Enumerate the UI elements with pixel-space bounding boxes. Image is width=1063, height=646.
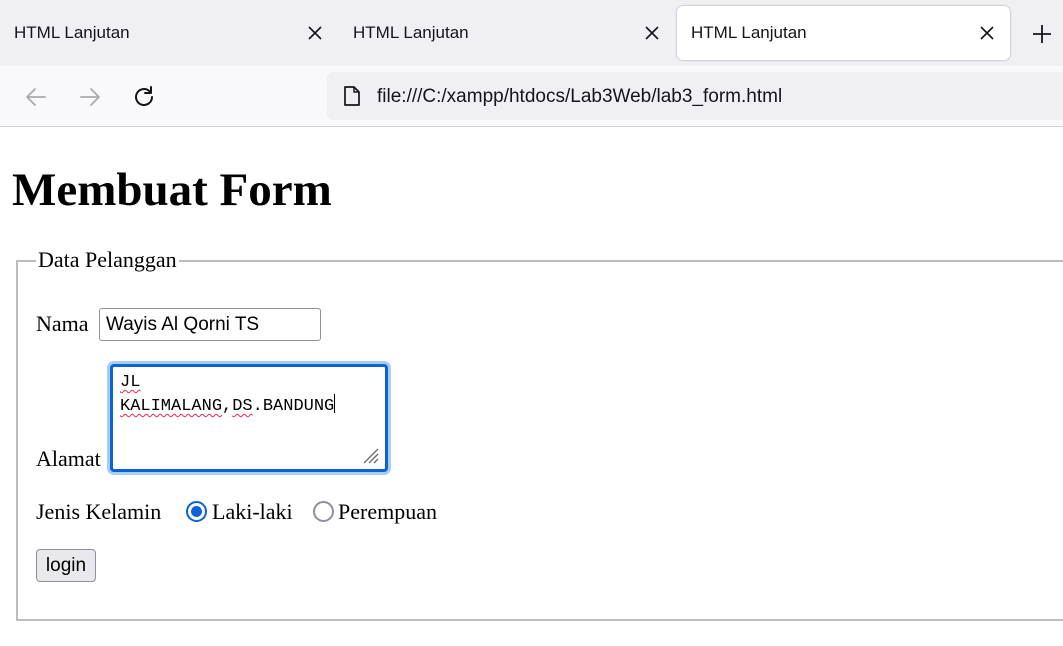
page-content: Membuat Form Data Pelanggan Nama Alamat … bbox=[0, 127, 1063, 646]
alamat-line-2: KALIMALANG,DS.BANDUNG bbox=[120, 394, 378, 418]
close-icon[interactable] bbox=[643, 24, 661, 42]
fieldset-legend: Data Pelanggan bbox=[36, 247, 179, 273]
close-icon[interactable] bbox=[978, 24, 996, 42]
back-arrow-icon[interactable] bbox=[23, 84, 49, 110]
nama-input[interactable] bbox=[99, 308, 321, 341]
radio-label-perempuan[interactable]: Perempuan bbox=[338, 499, 437, 525]
url-bar[interactable]: file:///C:/xampp/htdocs/Lab3Web/lab3_for… bbox=[327, 72, 1063, 120]
login-button[interactable]: login bbox=[36, 549, 96, 582]
radio-label-laki-laki[interactable]: Laki-laki bbox=[212, 499, 293, 525]
text-caret bbox=[334, 394, 336, 413]
tab-title: HTML Lanjutan bbox=[14, 23, 130, 42]
plus-icon[interactable] bbox=[1030, 22, 1054, 46]
page-title: Membuat Form bbox=[12, 164, 332, 216]
tab-1[interactable]: HTML Lanjutan bbox=[0, 6, 338, 60]
url-text: file:///C:/xampp/htdocs/Lab3Web/lab3_for… bbox=[377, 86, 783, 107]
resize-handle-icon[interactable] bbox=[358, 443, 380, 465]
navigation-bar: file:///C:/xampp/htdocs/Lab3Web/lab3_for… bbox=[0, 66, 1063, 127]
forward-arrow-icon[interactable] bbox=[77, 84, 103, 110]
tab-2[interactable]: HTML Lanjutan bbox=[339, 6, 675, 60]
tab-strip: HTML Lanjutan HTML Lanjutan HTML Lanjuta… bbox=[0, 0, 1063, 66]
close-icon[interactable] bbox=[306, 24, 324, 42]
jenis-kelamin-label: Jenis Kelamin bbox=[36, 499, 162, 524]
tab-title: HTML Lanjutan bbox=[691, 23, 807, 42]
alamat-label: Alamat bbox=[36, 446, 101, 471]
reload-icon[interactable] bbox=[131, 84, 157, 110]
alamat-textarea[interactable]: JL KALIMALANG,DS.BANDUNG bbox=[110, 364, 388, 472]
nama-label: Nama bbox=[36, 311, 89, 336]
tab-title: HTML Lanjutan bbox=[353, 23, 469, 42]
radio-perempuan[interactable] bbox=[313, 501, 334, 522]
radio-laki-laki[interactable] bbox=[186, 501, 207, 522]
tab-3-active[interactable]: HTML Lanjutan bbox=[677, 6, 1010, 60]
alamat-line-1: JL bbox=[120, 373, 141, 392]
page-icon bbox=[344, 86, 360, 106]
